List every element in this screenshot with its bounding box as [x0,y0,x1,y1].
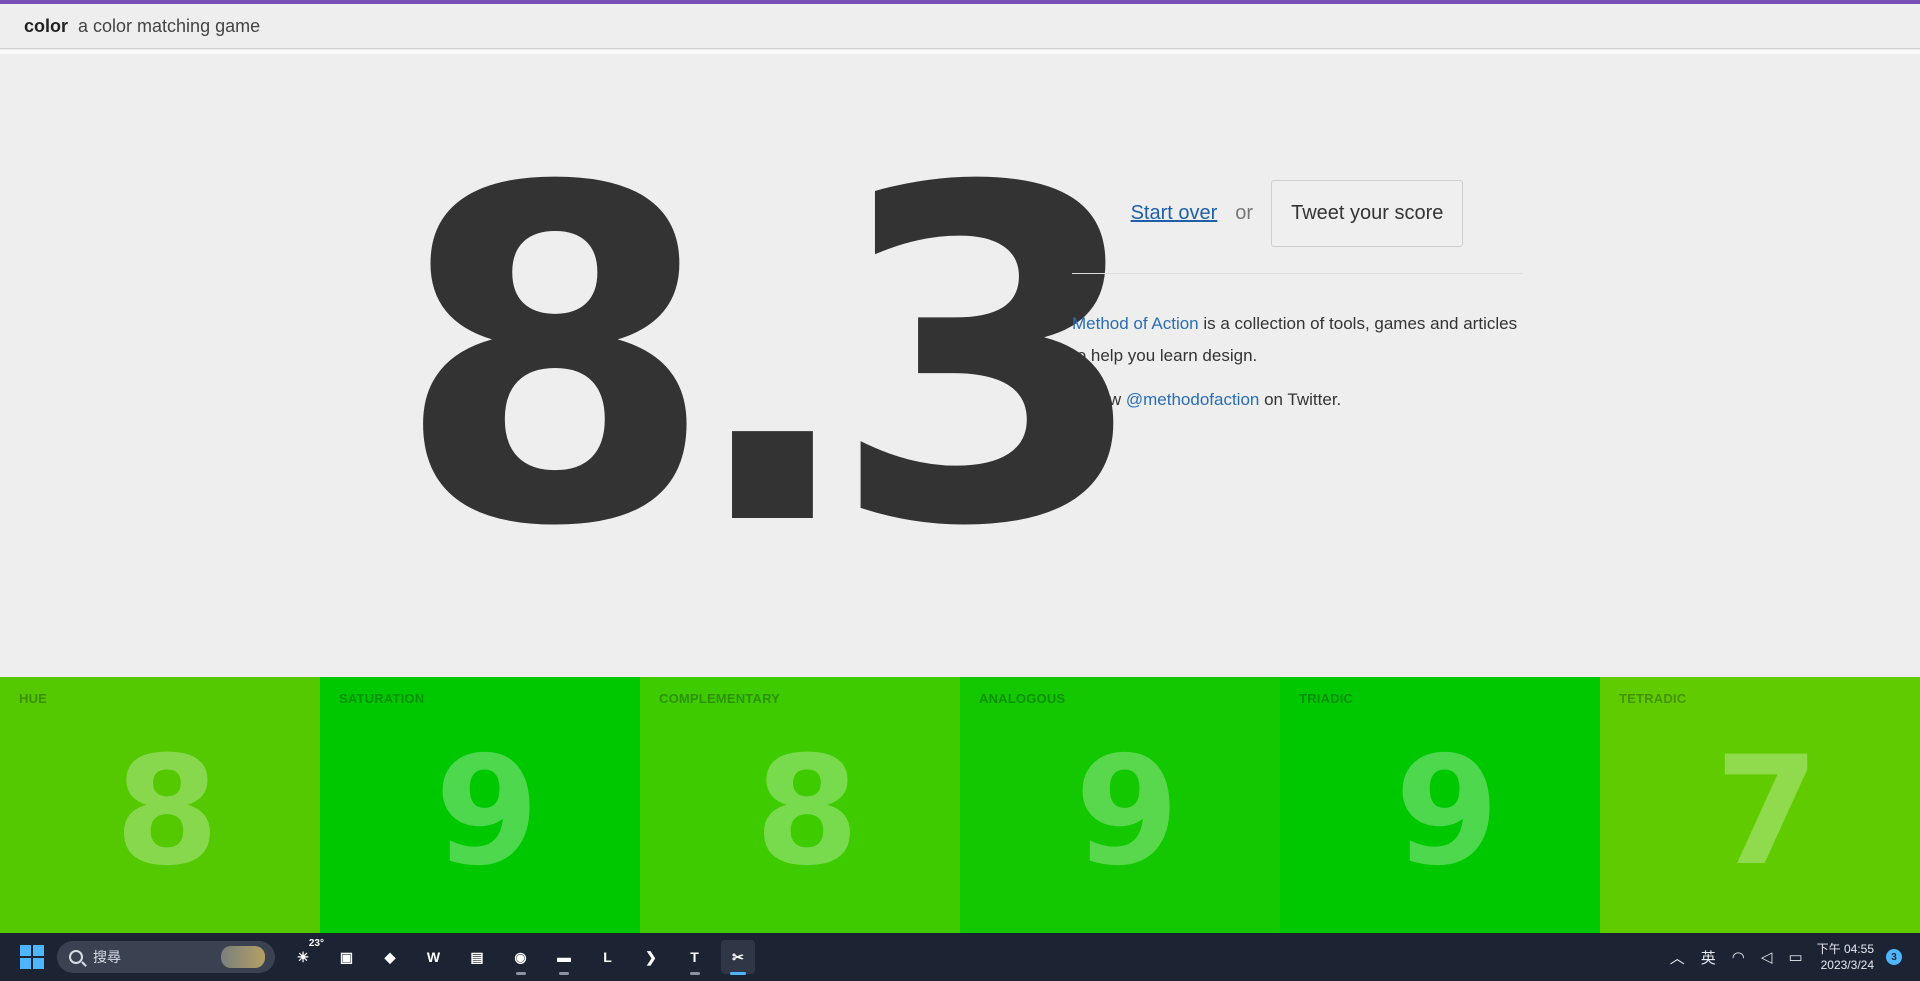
taskbar-search[interactable]: 搜尋 [57,941,275,973]
follow-prefix: Follow [1072,390,1126,409]
running-indicator [689,972,700,975]
tagline: a color matching game [78,15,261,36]
file-explorer-icon[interactable]: ▬ [547,940,581,975]
line-icon[interactable]: L [591,940,625,974]
chevron-up-icon[interactable]: ︿ [1670,947,1685,968]
word-icon[interactable]: W [417,940,451,974]
start-over-link[interactable]: Start over [1131,202,1218,225]
header-divider [0,50,1920,54]
total-score: 8.3 [395,92,1150,627]
search-highlight-icon [221,946,265,968]
word-glyph: W [426,949,441,965]
photos-glyph: ▣ [339,948,354,965]
tile-analogous: ANALOGOUS 9 [960,677,1280,933]
tile-saturation: SATURATION 9 [320,677,640,933]
app-header: color a color matching game [0,4,1920,49]
tile-label: TETRADIC [1619,691,1687,706]
tile-label: SATURATION [339,691,425,706]
search-icon [69,950,83,964]
score-breakdown: HUE 8 SATURATION 9 COMPLEMENTARY 8 ANALO… [0,677,1920,933]
follow-text: Follow @methodofaction on Twitter. [1072,390,1522,410]
snipping-tool-glyph: ✂ [732,948,744,965]
vscode-icon[interactable]: ❯ [634,940,668,974]
notepad-icon[interactable]: ▤ [460,940,494,974]
system-tray: ︿ 英 ◠ ◁ ▭ 下午 04:55 2023/3/24 3 [1662,933,1920,981]
battery-icon[interactable]: ▭ [1788,948,1802,966]
teams-icon[interactable]: T [678,940,712,975]
wifi-icon[interactable]: ◠ [1732,948,1745,966]
tile-score: 7 [1714,725,1820,899]
photos-icon[interactable]: ▣ [330,940,364,974]
chrome-glyph: ◉ [514,948,527,965]
actions-row: Start over or Tweet your score [1072,178,1522,274]
about-text: Method of Action is a collection of tool… [1072,308,1522,372]
tile-label: TRIADIC [1299,691,1354,706]
tile-score: 9 [434,725,540,899]
ime-indicator[interactable]: 英 [1701,947,1716,968]
tile-label: HUE [19,691,48,706]
snipping-tool-icon[interactable]: ✂ [721,940,755,975]
tile-score: 8 [114,725,220,899]
vscode-glyph: ❯ [645,948,657,965]
running-indicator [730,972,746,975]
windows-taskbar: 搜尋 ☀ 23° ▣ ◆ W ▤ ◉ ▬ L ❯ T ✂ ︿ 英 ◠ ◁ ▭ 下午 04:55 202… [0,933,1920,981]
file-explorer-glyph: ▬ [557,949,571,965]
tile-complementary: COMPLEMENTARY 8 [640,677,960,933]
clock-time: 下午 04:55 [1816,942,1874,956]
weather-icon[interactable]: ☀ 23° [286,938,324,974]
line-glyph: L [603,949,612,965]
tile-score: 8 [754,725,860,899]
tile-tetradic: TETRADIC 7 [1600,677,1920,933]
weather-glyph: ☀ [296,948,310,965]
start-button[interactable] [20,945,44,969]
teams-glyph: T [690,949,699,965]
tile-score: 9 [1074,725,1180,899]
tile-score: 9 [1394,725,1500,899]
tile-label: ANALOGOUS [979,691,1066,706]
taskbar-apps: ☀ 23° ▣ ◆ W ▤ ◉ ▬ L ❯ T ✂ [286,938,765,975]
search-placeholder: 搜尋 [93,949,121,965]
notification-badge[interactable]: 3 [1886,949,1902,965]
twitter-handle-link[interactable]: @methodofaction [1126,390,1260,409]
volume-icon[interactable]: ◁ [1761,948,1773,966]
tile-triadic: TRIADIC 9 [1280,677,1600,933]
follow-suffix: on Twitter. [1259,390,1342,409]
running-indicator [515,972,526,975]
game-glyph: ◆ [384,948,396,965]
weather-temperature: 23° [308,938,324,949]
chrome-icon[interactable]: ◉ [504,940,538,975]
tile-label: COMPLEMENTARY [659,691,781,706]
method-of-action-link[interactable]: Method of Action [1072,314,1199,333]
or-text: or [1235,201,1254,224]
result-panel: Start over or Tweet your score Method of… [1072,178,1522,410]
notepad-glyph: ▤ [470,948,484,965]
clock-date: 2023/3/24 [1820,958,1874,972]
tweet-score-button[interactable]: Tweet your score [1271,179,1464,247]
game-icon[interactable]: ◆ [373,940,407,974]
tile-hue: HUE 8 [0,677,320,933]
clock[interactable]: 下午 04:55 2023/3/24 [1817,941,1874,973]
brand-title[interactable]: color [24,16,68,37]
running-indicator [559,972,569,975]
